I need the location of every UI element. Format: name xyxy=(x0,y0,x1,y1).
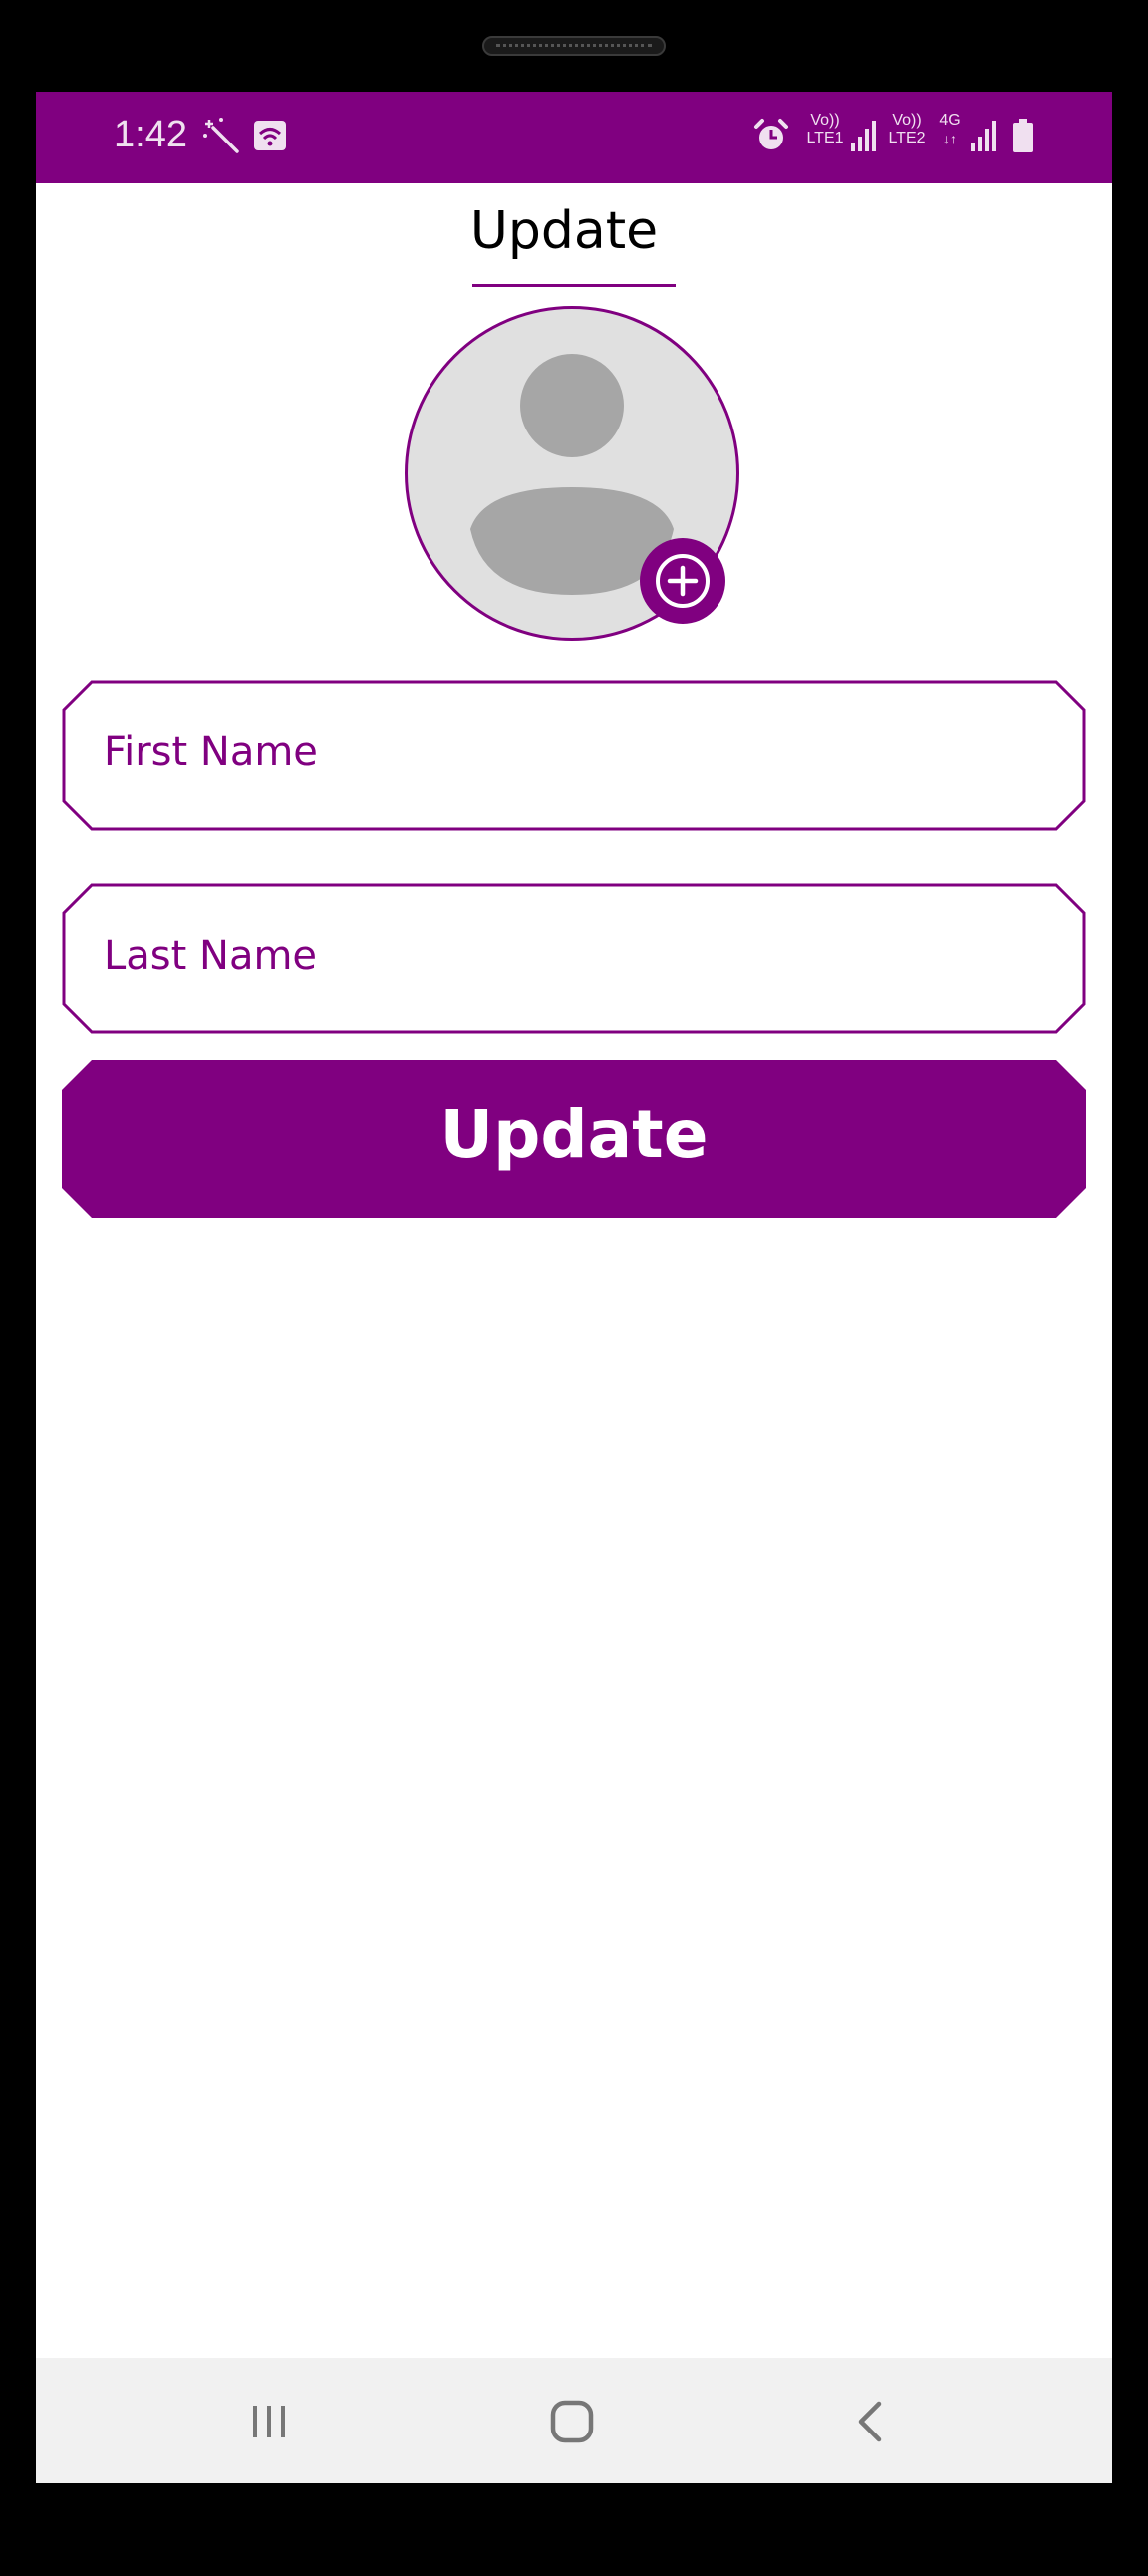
magic-wand-icon xyxy=(203,116,243,160)
volte-lte1-icon: Vo)) LTE1 xyxy=(803,112,847,147)
lte2-bottom-label: LTE2 xyxy=(888,130,926,146)
status-bar: 1:42 Vo)) LTE1 Vo)) LTE2 4G ↓↑ xyxy=(36,92,1112,183)
alarm-icon xyxy=(753,118,789,158)
home-icon[interactable] xyxy=(548,2398,596,2449)
network-type-label: 4G xyxy=(939,112,961,129)
last-name-placeholder: Last Name xyxy=(104,933,318,979)
4g-icon: 4G ↓↑ xyxy=(933,112,967,147)
system-nav-bar xyxy=(36,2358,1112,2483)
add-photo-button[interactable] xyxy=(640,538,725,624)
first-name-field[interactable]: First Name xyxy=(62,680,1086,831)
recent-apps-icon[interactable] xyxy=(247,2400,291,2447)
speaker-grille xyxy=(482,36,666,56)
data-arrows-icon: ↓↑ xyxy=(943,131,957,146)
back-icon[interactable] xyxy=(849,2398,893,2449)
first-name-placeholder: First Name xyxy=(104,729,318,775)
signal-icon xyxy=(969,118,999,158)
app-screen: 1:42 Vo)) LTE1 Vo)) LTE2 4G ↓↑ Update Fi… xyxy=(36,92,1112,2483)
status-time: 1:42 xyxy=(114,114,187,155)
update-button-label: Update xyxy=(439,1096,709,1173)
update-button[interactable]: Update xyxy=(62,1060,1086,1218)
lte1-top-label: Vo)) xyxy=(810,112,840,129)
battery-icon xyxy=(1012,118,1034,158)
add-circle-icon xyxy=(656,554,710,608)
last-name-field[interactable]: Last Name xyxy=(62,883,1086,1034)
volte-lte2-icon: Vo)) LTE2 xyxy=(885,112,929,147)
lte1-bottom-label: LTE1 xyxy=(806,130,844,146)
lte2-top-label: Vo)) xyxy=(892,112,922,129)
device-frame: 1:42 Vo)) LTE1 Vo)) LTE2 4G ↓↑ Update Fi… xyxy=(0,0,1148,2576)
page-header: Update xyxy=(36,201,1112,261)
signal-icon xyxy=(849,118,879,158)
page-title: Update xyxy=(469,201,659,261)
wifi-calling-icon xyxy=(253,120,287,156)
title-underline xyxy=(472,284,676,287)
